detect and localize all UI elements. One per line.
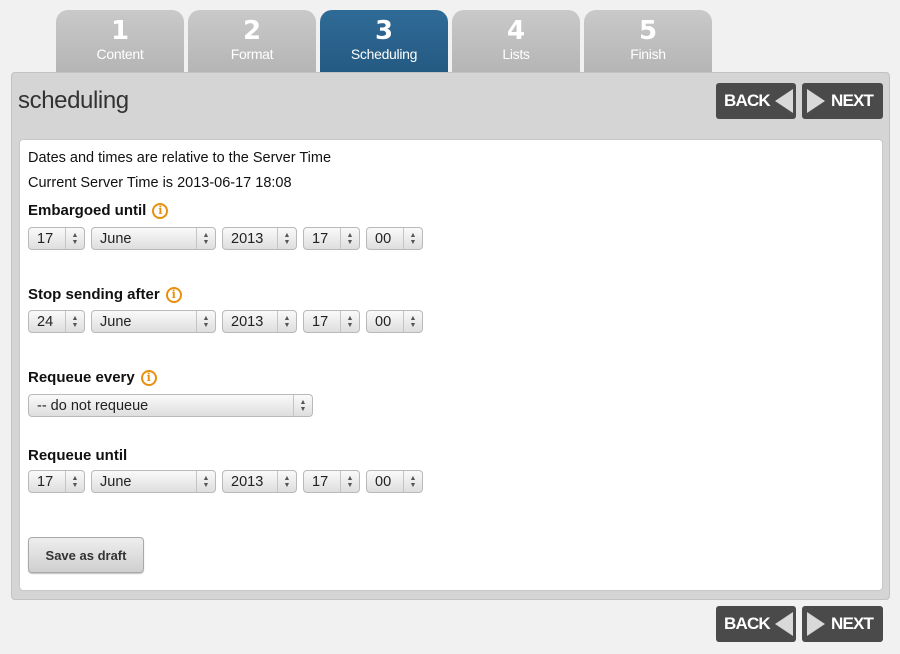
stop-minute-select[interactable]: 00 ▲ ▼ [366, 310, 423, 333]
page-title: scheduling [18, 87, 129, 114]
arrow-left-icon [774, 612, 793, 636]
embargo-label: Embargoed until i [28, 202, 169, 219]
server-time-note: Dates and times are relative to the Serv… [28, 150, 332, 166]
requeue-every-row: -- do not requeue ▲ ▼ [28, 394, 313, 417]
select-value: June [100, 230, 132, 247]
select-arrows-icon: ▲ ▼ [196, 471, 215, 492]
back-button[interactable]: BACK [716, 83, 796, 119]
requeue-until-year-select[interactable]: 2013 ▲ ▼ [222, 470, 297, 493]
save-draft-button[interactable]: Save as draft [28, 537, 144, 573]
select-arrows-icon: ▲ ▼ [340, 471, 359, 492]
select-value: 00 [375, 313, 392, 330]
embargo-label-text: Embargoed until [28, 202, 147, 219]
step-label: Format [230, 46, 274, 62]
requeue-every-label: Requeue every i [28, 369, 157, 386]
tab-scheduling[interactable]: 3 Scheduling [320, 10, 448, 72]
select-value: 2013 [231, 473, 264, 490]
select-arrows-icon: ▲ ▼ [340, 228, 359, 249]
requeue-until-minute-select[interactable]: 00 ▲ ▼ [366, 470, 423, 493]
step-number: 5 [638, 16, 658, 46]
wizard-steps: 1 Content 2 Format 3 Scheduling 4 Lists … [56, 10, 712, 72]
select-arrows-icon: ▲ ▼ [65, 311, 84, 332]
stop-label-text: Stop sending after [28, 286, 160, 303]
select-value: 17 [312, 230, 329, 247]
select-value: 17 [37, 473, 54, 490]
select-arrows-icon: ▲ ▼ [277, 311, 296, 332]
select-value: 17 [312, 473, 329, 490]
tab-lists[interactable]: 4 Lists [452, 10, 580, 72]
requeue-until-label: Requeue until [28, 447, 127, 464]
select-arrows-icon: ▲ ▼ [196, 228, 215, 249]
select-arrows-icon: ▲ ▼ [277, 228, 296, 249]
step-number: 1 [110, 16, 130, 46]
tab-finish[interactable]: 5 Finish [584, 10, 712, 72]
bottom-nav-buttons: BACK NEXT [716, 606, 883, 642]
select-arrows-icon: ▲ ▼ [65, 228, 84, 249]
select-value: June [100, 313, 132, 330]
back-button[interactable]: BACK [716, 606, 796, 642]
info-icon[interactable]: i [165, 286, 182, 303]
select-arrows-icon: ▲ ▼ [196, 311, 215, 332]
top-nav-buttons: BACK NEXT [716, 83, 883, 119]
embargo-minute-select[interactable]: 00 ▲ ▼ [366, 227, 423, 250]
next-button[interactable]: NEXT [802, 606, 883, 642]
select-arrows-icon: ▲ ▼ [403, 228, 422, 249]
arrow-left-icon [774, 89, 793, 113]
select-value: 2013 [231, 230, 264, 247]
back-label: BACK [724, 614, 771, 633]
select-value: 00 [375, 473, 392, 490]
stop-year-select[interactable]: 2013 ▲ ▼ [222, 310, 297, 333]
requeue-every-label-text: Requeue every [28, 369, 135, 386]
select-arrows-icon: ▲ ▼ [277, 471, 296, 492]
stop-label: Stop sending after i [28, 286, 182, 303]
embargo-day-select[interactable]: 17 ▲ ▼ [28, 227, 85, 250]
requeue-until-label-text: Requeue until [28, 447, 128, 464]
current-server-time: Current Server Time is 2013-06-17 18:08 [28, 175, 292, 191]
step-label: Content [96, 46, 144, 62]
scheduling-panel: scheduling BACK NEXT Dates and times are… [11, 72, 890, 600]
tab-content[interactable]: 1 Content [56, 10, 184, 72]
step-number: 4 [506, 16, 526, 46]
requeue-until-datetime: 17 ▲ ▼ June ▲ ▼ 2013 ▲ ▼ 17 ▲ ▼ 00 ▲ ▼ [28, 470, 423, 493]
select-value: 24 [37, 313, 54, 330]
stop-hour-select[interactable]: 17 ▲ ▼ [303, 310, 360, 333]
embargo-year-select[interactable]: 2013 ▲ ▼ [222, 227, 297, 250]
arrow-right-icon [807, 612, 825, 636]
stop-datetime: 24 ▲ ▼ June ▲ ▼ 2013 ▲ ▼ 17 ▲ ▼ 00 ▲ ▼ [28, 310, 423, 333]
select-arrows-icon: ▲ ▼ [403, 471, 422, 492]
select-value: 00 [375, 230, 392, 247]
requeue-interval-select[interactable]: -- do not requeue ▲ ▼ [28, 394, 313, 417]
select-arrows-icon: ▲ ▼ [293, 395, 312, 416]
next-label: NEXT [831, 91, 874, 110]
back-label: BACK [724, 91, 771, 110]
step-label: Lists [502, 46, 530, 62]
step-number: 2 [242, 16, 262, 46]
embargo-datetime: 17 ▲ ▼ June ▲ ▼ 2013 ▲ ▼ 17 ▲ ▼ 00 ▲ ▼ [28, 227, 423, 250]
info-icon[interactable]: i [140, 369, 157, 386]
info-icon[interactable]: i [152, 202, 169, 219]
arrow-right-icon [807, 89, 825, 113]
select-value: June [100, 473, 132, 490]
step-label: Scheduling [350, 46, 418, 62]
stop-day-select[interactable]: 24 ▲ ▼ [28, 310, 85, 333]
embargo-month-select[interactable]: June ▲ ▼ [91, 227, 216, 250]
step-label: Finish [630, 46, 666, 62]
requeue-until-hour-select[interactable]: 17 ▲ ▼ [303, 470, 360, 493]
select-value: -- do not requeue [37, 397, 149, 414]
select-arrows-icon: ▲ ▼ [403, 311, 422, 332]
select-value: 17 [37, 230, 54, 247]
select-value: 2013 [231, 313, 264, 330]
next-button[interactable]: NEXT [802, 83, 883, 119]
embargo-hour-select[interactable]: 17 ▲ ▼ [303, 227, 360, 250]
stop-month-select[interactable]: June ▲ ▼ [91, 310, 216, 333]
select-arrows-icon: ▲ ▼ [340, 311, 359, 332]
requeue-until-month-select[interactable]: June ▲ ▼ [91, 470, 216, 493]
requeue-until-day-select[interactable]: 17 ▲ ▼ [28, 470, 85, 493]
tab-format[interactable]: 2 Format [188, 10, 316, 72]
select-value: 17 [312, 313, 329, 330]
scheduling-form: Dates and times are relative to the Serv… [19, 139, 883, 591]
next-label: NEXT [831, 614, 874, 633]
step-number: 3 [374, 16, 394, 46]
select-arrows-icon: ▲ ▼ [65, 471, 84, 492]
